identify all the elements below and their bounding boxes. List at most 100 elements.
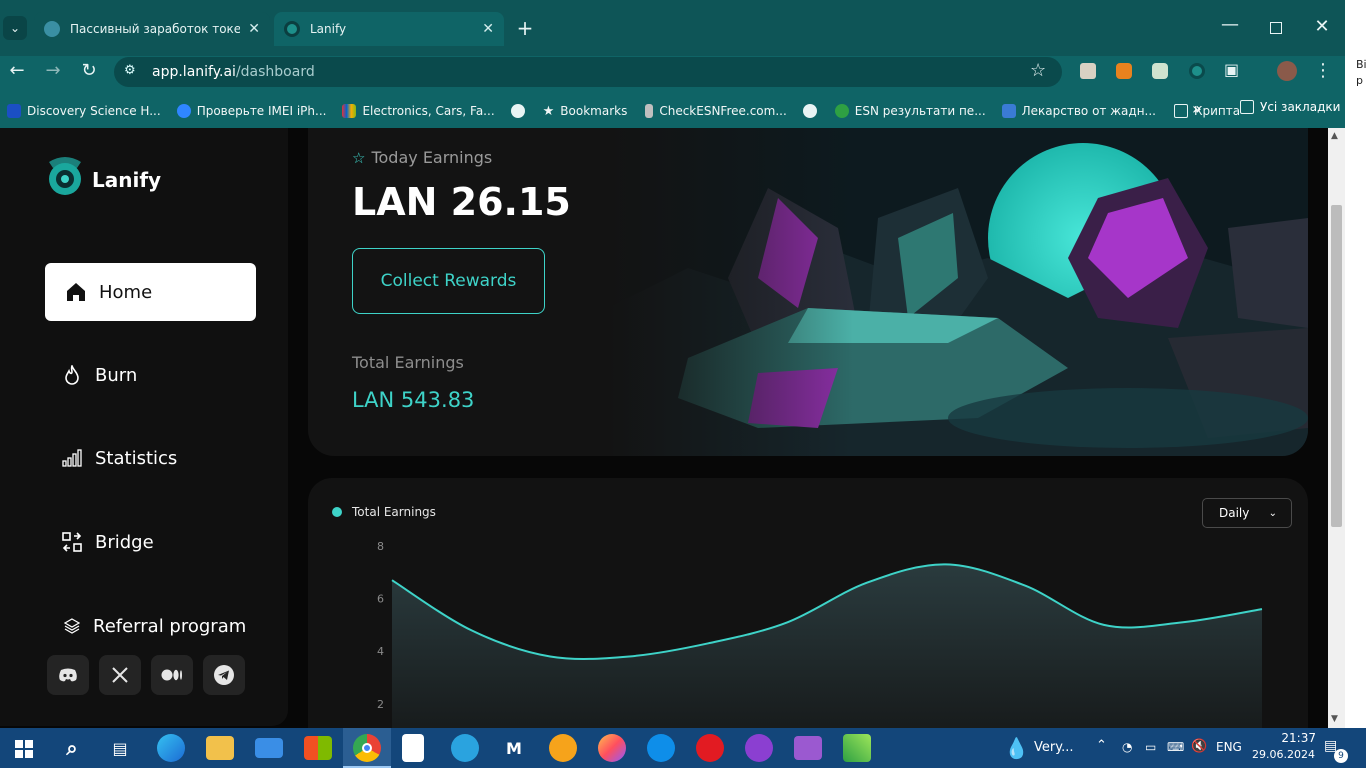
nav-label: Home xyxy=(99,281,153,303)
home-icon xyxy=(65,281,87,303)
language-indicator[interactable]: ENG xyxy=(1216,740,1242,754)
mail-icon[interactable] xyxy=(255,738,283,758)
tab-title: Lanify xyxy=(310,22,347,36)
nav-burn[interactable]: Burn xyxy=(45,346,256,404)
extension-icon[interactable] xyxy=(1080,63,1096,79)
minimize-button[interactable]: — xyxy=(1218,14,1242,35)
series-area-fill xyxy=(392,564,1262,728)
medium-icon xyxy=(161,669,182,681)
clock-time[interactable]: 21:37 xyxy=(1280,731,1316,745)
lanify-extension-icon[interactable] xyxy=(1189,63,1205,79)
bookmark-item[interactable]: ESN результати пе... xyxy=(834,104,986,118)
globe-icon xyxy=(510,104,525,118)
lanify-logo-icon xyxy=(49,157,81,195)
star-outline-icon: ☆ xyxy=(352,148,366,167)
shield-icon xyxy=(44,21,60,37)
teamviewer-icon[interactable] xyxy=(647,734,675,762)
page-viewport: Lanify Home Burn Statistics Bridge Refer… xyxy=(0,128,1328,728)
clock-date[interactable]: 29.06.2024 xyxy=(1252,748,1315,761)
more-bookmarks-icon[interactable]: » xyxy=(1192,99,1202,118)
bookmark-folder[interactable]: Крипта xyxy=(1173,104,1240,118)
store-icon[interactable] xyxy=(304,736,332,760)
collect-rewards-button[interactable]: Collect Rewards xyxy=(352,248,545,314)
bookmark-item[interactable]: Discovery Science H... xyxy=(7,104,161,118)
bookmark-item[interactable]: Проверьте IMEI iPh... xyxy=(176,104,326,118)
nav-label: Referral program xyxy=(93,615,247,637)
bookmark-item[interactable]: CheckESNFree.com... xyxy=(645,104,787,118)
scrollbar-thumb[interactable] xyxy=(1331,205,1342,527)
chrome-icon[interactable] xyxy=(353,734,381,762)
layers-icon xyxy=(61,615,83,637)
close-window-button[interactable]: ✕ xyxy=(1310,16,1334,37)
all-bookmarks-folder[interactable]: Усі закладки xyxy=(1240,100,1340,114)
avatar[interactable] xyxy=(1277,61,1297,81)
site-info-icon[interactable]: ⚙ xyxy=(124,63,136,78)
monitor-icon[interactable]: ▭ xyxy=(1145,740,1156,754)
m-app-icon[interactable]: M xyxy=(500,734,528,762)
trading-app-icon[interactable] xyxy=(843,734,871,762)
tab-passive-income[interactable]: Пассивный заработок токено ✕ xyxy=(34,12,270,46)
show-hidden-icons[interactable]: ⌃ xyxy=(1096,738,1107,753)
reload-button[interactable]: ↻ xyxy=(77,60,101,81)
nav-statistics[interactable]: Statistics xyxy=(45,429,256,487)
total-earnings-value: LAN 543.83 xyxy=(352,388,475,412)
nav-home[interactable]: Home xyxy=(45,263,256,321)
word-doc-icon[interactable] xyxy=(402,734,424,762)
bookmark-star-icon[interactable]: ☆ xyxy=(1030,60,1046,81)
bookmark-item[interactable]: Electronics, Cars, Fa... xyxy=(342,104,495,118)
logo-text: Lanify xyxy=(92,168,162,192)
earnings-area-chart: 2 4 6 8 xyxy=(377,540,1263,728)
extension-icon[interactable] xyxy=(1152,63,1168,79)
scroll-up-arrow-icon[interactable]: ▲ xyxy=(1331,131,1338,141)
maximize-button[interactable] xyxy=(1270,22,1282,34)
vpn-app-icon[interactable] xyxy=(745,734,773,762)
adjacent-window-edge xyxy=(1345,0,1366,728)
bookmarks-bar: Discovery Science H... Проверьте IMEI iP… xyxy=(0,94,1345,128)
task-view-icon[interactable]: ▤ xyxy=(106,734,134,762)
bookmark-item[interactable]: Лекарство от жадн... xyxy=(1001,104,1156,118)
close-icon[interactable]: ✕ xyxy=(248,21,260,37)
menu-icon[interactable]: ⋮ xyxy=(1311,60,1335,81)
extensions-puzzle-icon[interactable]: ▣ xyxy=(1224,60,1239,79)
clapper-app-icon[interactable] xyxy=(794,736,822,760)
bookmark-item[interactable] xyxy=(802,104,817,118)
telegram-taskbar-icon[interactable] xyxy=(451,734,479,762)
nav-label: Statistics xyxy=(95,447,178,469)
back-button[interactable]: ← xyxy=(5,60,29,81)
opera-icon[interactable] xyxy=(696,734,724,762)
nav-bridge[interactable]: Bridge xyxy=(45,513,256,571)
telegram-button[interactable] xyxy=(203,655,245,695)
volume-muted-icon[interactable]: 🔇 xyxy=(1191,739,1207,754)
wifi-icon[interactable]: ◔ xyxy=(1122,740,1132,754)
weather-drop-icon[interactable]: 💧 xyxy=(1004,736,1029,760)
weather-text[interactable]: Very... xyxy=(1034,740,1073,755)
metamask-icon[interactable] xyxy=(1116,63,1132,79)
x-twitter-button[interactable] xyxy=(99,655,141,695)
edge-icon[interactable] xyxy=(157,734,185,762)
bookmark-item[interactable] xyxy=(510,104,525,118)
bookmark-item[interactable]: ★ Bookmarks xyxy=(543,104,628,119)
globe-icon xyxy=(802,104,817,118)
file-explorer-icon[interactable] xyxy=(206,736,234,760)
y-tick-label: 8 xyxy=(377,540,384,553)
url-text[interactable]: app.lanify.ai/dashboard xyxy=(152,64,315,80)
close-icon[interactable]: ✕ xyxy=(482,21,494,37)
x-icon xyxy=(112,667,128,683)
brave-icon[interactable] xyxy=(549,734,577,762)
nav-label: Bridge xyxy=(95,531,154,553)
new-tab-button[interactable]: + xyxy=(513,16,537,40)
search-icon[interactable]: ⌕ xyxy=(58,734,86,762)
forward-button[interactable]: → xyxy=(41,60,65,81)
tab-lanify[interactable]: Lanify ✕ xyxy=(274,12,504,46)
discord-button[interactable] xyxy=(47,655,89,695)
y-tick-label: 6 xyxy=(377,593,384,606)
windows-start-icon[interactable] xyxy=(15,740,33,758)
firefox-icon[interactable] xyxy=(598,734,626,762)
earnings-chart-card: Total Earnings Daily ⌄ 2468 xyxy=(308,478,1308,728)
keyboard-icon[interactable]: ⌨ xyxy=(1167,740,1184,754)
tab-search-button[interactable]: ⌄ xyxy=(3,16,27,40)
medium-button[interactable] xyxy=(151,655,193,695)
bridge-icon xyxy=(61,531,83,553)
scroll-down-arrow-icon[interactable]: ▼ xyxy=(1331,714,1338,724)
nav-referral[interactable]: Referral program xyxy=(45,597,275,655)
